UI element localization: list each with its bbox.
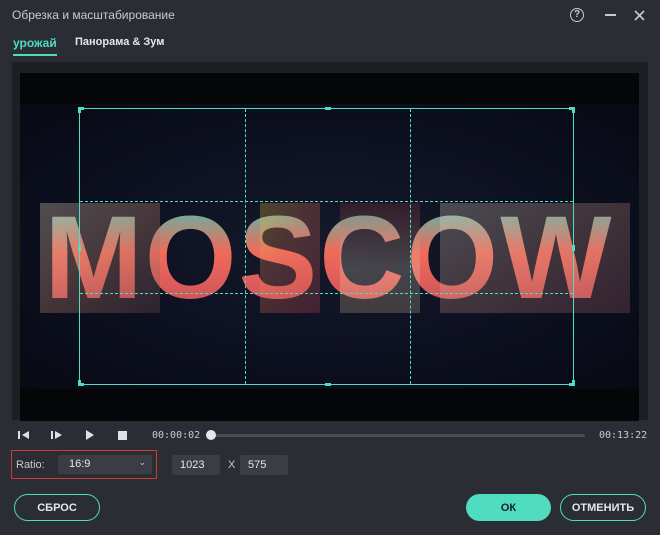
window-title: Обрезка и масштабирование <box>12 8 175 22</box>
tab-crop[interactable]: урожай <box>13 36 57 56</box>
crop-handle-top-left[interactable] <box>78 107 84 113</box>
play-icon <box>86 430 94 440</box>
playback-controls: 00:00:02 00:13:22 <box>0 422 660 448</box>
grid-line <box>80 201 573 202</box>
height-input[interactable]: 575 <box>240 455 288 475</box>
close-icon <box>633 9 645 21</box>
dimension-separator: X <box>228 459 236 471</box>
stop-icon <box>117 430 127 440</box>
chevron-down-icon: ⌄ <box>138 457 146 467</box>
ratio-group: Ratio: 16:9 ⌄ <box>11 450 157 479</box>
crop-handle-top-right[interactable] <box>569 107 575 113</box>
title-bar: Обрезка и масштабирование ? <box>0 0 660 30</box>
grid-line <box>410 109 411 384</box>
current-time: 00:00:02 <box>152 430 201 441</box>
footer: СБРОС ОК ОТМЕНИТЬ <box>0 485 660 535</box>
stop-button[interactable] <box>114 428 130 442</box>
ok-button[interactable]: ОК <box>466 494 551 521</box>
minimize-icon <box>604 14 616 16</box>
help-button[interactable]: ? <box>567 5 587 25</box>
help-icon: ? <box>570 8 584 22</box>
close-button[interactable] <box>629 5 649 25</box>
reset-button[interactable]: СБРОС <box>14 494 100 521</box>
crop-handle-left[interactable] <box>78 245 81 251</box>
scrubber-handle[interactable] <box>205 430 216 440</box>
tab-pan-zoom[interactable]: Панорама & Зум <box>75 36 164 48</box>
crop-handle-bottom-right[interactable] <box>569 380 575 386</box>
ratio-dropdown[interactable]: 16:9 ⌄ <box>58 455 152 474</box>
crop-handle-top[interactable] <box>325 107 331 110</box>
timeline-scrubber[interactable] <box>210 434 585 437</box>
tab-bar: урожай Панорама & Зум <box>0 30 660 60</box>
crop-rectangle[interactable] <box>78 107 575 386</box>
width-input[interactable]: 1023 <box>172 455 220 475</box>
crop-handle-right[interactable] <box>572 245 575 251</box>
grid-line <box>245 109 246 384</box>
prev-frame-icon <box>18 431 29 439</box>
total-time: 00:13:22 <box>599 430 648 441</box>
next-frame-button[interactable] <box>49 428 65 442</box>
crop-handle-bottom[interactable] <box>325 383 331 386</box>
minimize-button[interactable] <box>600 5 620 25</box>
ratio-label: Ratio: <box>16 459 45 471</box>
next-frame-icon <box>51 431 62 439</box>
ratio-value: 16:9 <box>69 458 91 470</box>
grid-line <box>80 293 573 294</box>
crop-handle-bottom-left[interactable] <box>78 380 84 386</box>
cancel-button[interactable]: ОТМЕНИТЬ <box>560 494 646 521</box>
prev-frame-button[interactable] <box>16 428 32 442</box>
play-button[interactable] <box>82 428 98 442</box>
